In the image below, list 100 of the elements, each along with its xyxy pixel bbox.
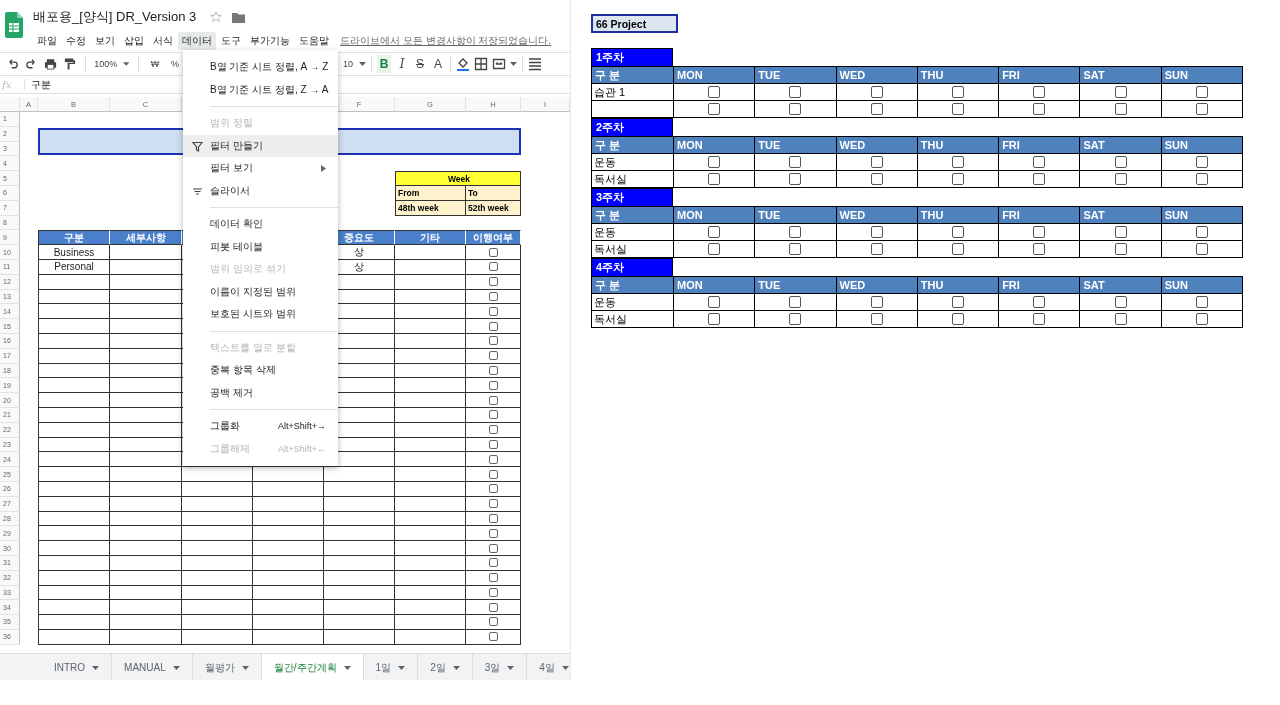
checkbox[interactable]	[488, 484, 498, 494]
checkbox[interactable]	[870, 173, 883, 185]
checkbox[interactable]	[1033, 243, 1046, 255]
checkbox[interactable]	[789, 296, 802, 308]
menu-item[interactable]: 삽입	[120, 32, 148, 50]
save-status-link[interactable]: 드라이브에서 모든 변경사항이 저장되었습니다.	[340, 34, 552, 48]
align-icon[interactable]	[528, 57, 542, 71]
checkbox[interactable]	[1114, 173, 1127, 185]
percent-button[interactable]: %	[168, 55, 183, 73]
checkbox[interactable]	[1195, 156, 1208, 168]
checkbox[interactable]	[488, 262, 498, 272]
checkbox[interactable]	[1195, 243, 1208, 255]
checkbox[interactable]	[870, 296, 883, 308]
sheet-tab[interactable]: INTRO	[42, 654, 113, 680]
checkbox[interactable]	[789, 103, 802, 115]
checkbox[interactable]	[789, 86, 802, 98]
checkbox[interactable]	[488, 543, 498, 553]
checkbox[interactable]	[488, 528, 498, 538]
sheet-tab[interactable]: 2일	[418, 654, 473, 680]
menu-item[interactable]: 필터 보기	[183, 157, 338, 180]
checkbox[interactable]	[1033, 313, 1046, 325]
star-icon[interactable]	[210, 11, 223, 23]
menu-item[interactable]: 서식	[149, 32, 177, 50]
checkbox[interactable]	[789, 173, 802, 185]
checkbox[interactable]	[1033, 103, 1046, 115]
checkbox[interactable]	[488, 336, 498, 346]
menu-item[interactable]: 데이터	[178, 32, 216, 50]
checkbox[interactable]	[1114, 296, 1127, 308]
formula-field[interactable]: 구분	[25, 77, 51, 92]
checkbox[interactable]	[708, 156, 721, 168]
checkbox[interactable]	[488, 247, 498, 257]
checkbox[interactable]	[1195, 296, 1208, 308]
checkbox[interactable]	[488, 469, 498, 479]
checkbox[interactable]	[1114, 103, 1127, 115]
currency-button[interactable]: ₩	[148, 55, 163, 73]
menu-item[interactable]: 부가기능	[246, 32, 294, 50]
checkbox[interactable]	[870, 156, 883, 168]
checkbox[interactable]	[488, 573, 498, 583]
menu-item[interactable]: 파일	[33, 32, 61, 50]
checkbox[interactable]	[1195, 86, 1208, 98]
menu-item[interactable]: 보호된 시트와 범위	[183, 303, 338, 326]
checkbox[interactable]	[488, 380, 498, 390]
checkbox[interactable]	[708, 103, 721, 115]
checkbox[interactable]	[708, 296, 721, 308]
checkbox[interactable]	[870, 243, 883, 255]
bold-button[interactable]: B	[377, 55, 391, 73]
checkbox[interactable]	[488, 321, 498, 331]
checkbox[interactable]	[1195, 313, 1208, 325]
checkbox[interactable]	[488, 306, 498, 316]
checkbox[interactable]	[870, 103, 883, 115]
checkbox[interactable]	[952, 226, 964, 238]
checkbox[interactable]	[488, 351, 498, 361]
menu-item[interactable]: 도움말	[295, 32, 333, 50]
checkbox[interactable]	[488, 602, 498, 612]
menu-item[interactable]: 공백 제거	[183, 381, 338, 404]
fill-color-icon[interactable]	[456, 57, 470, 71]
checkbox[interactable]	[952, 173, 964, 185]
checkbox[interactable]	[708, 226, 721, 238]
checkbox[interactable]	[952, 156, 964, 168]
menu-item[interactable]: 도구	[217, 32, 245, 50]
checkbox[interactable]	[488, 410, 498, 420]
checkbox[interactable]	[488, 617, 498, 627]
menu-item[interactable]: 보기	[91, 32, 119, 50]
sheet-tab[interactable]: 월평가	[192, 654, 262, 680]
menu-item[interactable]: 그룹화 Alt+Shift+→	[183, 415, 338, 438]
checkbox[interactable]	[1033, 226, 1046, 238]
checkbox[interactable]	[708, 173, 721, 185]
document-title[interactable]: 배포용_[양식] DR_Version 3	[33, 8, 197, 26]
sheet-tab[interactable]: MANUAL	[112, 654, 193, 680]
menu-item[interactable]: 중복 항목 삭제	[183, 359, 338, 382]
checkbox[interactable]	[789, 243, 802, 255]
checkbox[interactable]	[488, 425, 498, 435]
checkbox[interactable]	[952, 243, 964, 255]
borders-icon[interactable]	[474, 57, 488, 71]
checkbox[interactable]	[1114, 86, 1127, 98]
checkbox[interactable]	[952, 103, 964, 115]
menu-item[interactable]: 슬라이서	[183, 179, 338, 202]
checkbox[interactable]	[488, 454, 498, 464]
checkbox[interactable]	[488, 365, 498, 375]
sheet-tab[interactable]: 1일	[363, 654, 419, 680]
checkbox[interactable]	[488, 291, 498, 301]
checkbox[interactable]	[488, 499, 498, 509]
strikethrough-button[interactable]: S	[413, 55, 427, 73]
checkbox[interactable]	[1033, 156, 1046, 168]
print-icon[interactable]	[44, 57, 58, 71]
checkbox[interactable]	[870, 86, 883, 98]
text-color-button[interactable]: A	[431, 55, 445, 73]
menu-item[interactable]: B열 기준 시트 정렬, A → Z	[183, 56, 338, 79]
checkbox[interactable]	[488, 587, 498, 597]
checkbox[interactable]	[1033, 173, 1046, 185]
checkbox[interactable]	[1195, 226, 1208, 238]
checkbox[interactable]	[952, 313, 964, 325]
menu-item[interactable]: 이름이 지정된 범위	[183, 280, 338, 303]
checkbox[interactable]	[1114, 243, 1127, 255]
checkbox[interactable]	[1114, 156, 1127, 168]
paint-format-icon[interactable]	[63, 57, 77, 71]
menu-item[interactable]: 필터 만들기	[183, 134, 338, 157]
checkbox[interactable]	[488, 395, 498, 405]
checkbox[interactable]	[870, 226, 883, 238]
sheet-tab[interactable]: 3일	[472, 654, 528, 680]
